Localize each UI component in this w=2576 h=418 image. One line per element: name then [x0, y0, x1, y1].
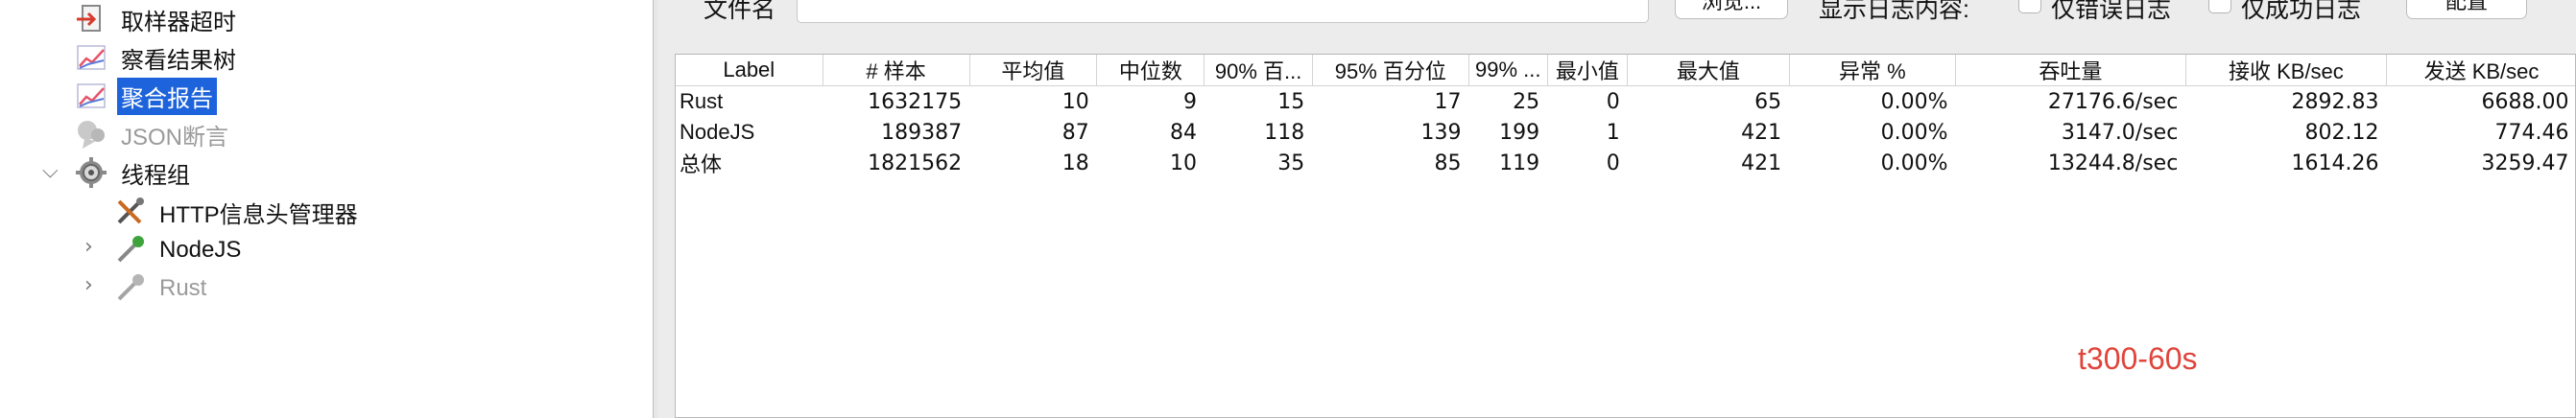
test-plan-tree: 取样器超时 察看结果树 聚合报告 JSON断言 ⌵ 线程组 HTTP信息头管理器… [0, 0, 653, 418]
table-cell: 774.46 [2494, 120, 2569, 145]
table-cell: 1614.26 [2291, 151, 2379, 175]
table-cell: 6688.00 [2481, 89, 2569, 114]
chevron-right-icon[interactable]: › [84, 235, 93, 259]
chart-listener-icon [75, 41, 107, 74]
configure-button[interactable]: 配置 [2406, 0, 2527, 19]
tree-item-label: HTTP信息头管理器 [159, 201, 358, 228]
column-header[interactable]: 发送 KB/sec [2386, 55, 2575, 86]
table-cell: 0.00% [1880, 151, 1948, 175]
column-header[interactable]: 最小值 [1547, 55, 1629, 86]
table-cell: 0.00% [1880, 120, 1948, 145]
pipette-icon [113, 234, 146, 267]
table-cell: 199 [1499, 120, 1540, 145]
pipette-icon [113, 272, 146, 305]
table-cell: 65 [1754, 89, 1782, 114]
column-header[interactable]: 异常 % [1789, 55, 1957, 86]
table-cell: 189387 [881, 120, 963, 145]
tree-item-label: 聚合报告 [117, 77, 217, 115]
browse-button[interactable]: 浏览... [1675, 0, 1788, 19]
column-header[interactable]: Label [676, 55, 823, 86]
tree-item-sampler-timeout[interactable]: 取样器超时 [75, 2, 240, 36]
table-cell: NodeJS [680, 120, 755, 144]
filename-input[interactable] [797, 0, 1649, 23]
table-header-row: Label # 样本 平均值 中位数 90% 百... 95% 百分位 99% … [676, 55, 2575, 86]
table-cell: 0 [1606, 151, 1620, 175]
assertion-icon [75, 118, 107, 151]
table-cell: 0 [1606, 89, 1620, 114]
table-cell: 2892.83 [2291, 89, 2379, 114]
table-cell: 15 [1277, 89, 1305, 114]
table-cell: 1 [1606, 120, 1620, 145]
table-cell: 1821562 [868, 151, 963, 175]
table-cell: 18 [1061, 151, 1089, 175]
table-cell: 85 [1434, 151, 1462, 175]
column-header[interactable]: 90% 百... [1204, 55, 1313, 86]
table-cell: 9 [1182, 89, 1197, 114]
column-header[interactable]: 吞吐量 [1955, 55, 2186, 86]
gear-icon [75, 156, 107, 189]
aggregate-report-panel: 文件名 浏览... 显示日志内容: 仅错误日志 仅成功日志 配置 Label #… [657, 0, 2576, 418]
table-cell: 139 [1420, 120, 1462, 145]
column-header[interactable]: 95% 百分位 [1312, 55, 1469, 86]
success-only-label: 仅成功日志 [2241, 0, 2362, 23]
column-header[interactable]: 最大值 [1627, 55, 1790, 86]
column-header[interactable]: 中位数 [1096, 55, 1205, 86]
table-cell: 421 [1741, 120, 1782, 145]
table-cell: 1632175 [868, 89, 963, 114]
table-cell: 87 [1061, 120, 1089, 145]
table-cell: 421 [1741, 151, 1782, 175]
column-header[interactable]: 99% ... [1468, 55, 1548, 86]
tree-item-view-results-tree[interactable]: 察看结果树 [75, 40, 240, 75]
table-cell: 119 [1499, 151, 1540, 175]
errors-only-checkbox[interactable] [2018, 0, 2041, 13]
tree-item-thread-group[interactable]: 线程组 [75, 155, 194, 190]
tree-item-rust[interactable]: Rust [113, 271, 210, 306]
tree-item-label: Rust [159, 275, 207, 301]
table-cell: 118 [1264, 120, 1305, 145]
success-only-checkbox[interactable] [2208, 0, 2231, 13]
tree-item-aggregate-report[interactable]: 聚合报告 [75, 77, 217, 115]
tools-icon [113, 196, 146, 228]
table-cell: 3259.47 [2481, 151, 2569, 175]
table-cell: 84 [1169, 120, 1197, 145]
table-cell: 总体 [680, 152, 723, 176]
annotation-text: t300-60s [2078, 341, 2198, 376]
tree-item-json-assertion[interactable]: JSON断言 [75, 117, 232, 151]
column-header[interactable]: 接收 KB/sec [2185, 55, 2387, 86]
errors-only-label: 仅错误日志 [2051, 0, 2172, 23]
table-cell: 35 [1277, 151, 1305, 175]
tree-item-label: 线程组 [121, 162, 190, 189]
table-cell: 13244.8/sec [2047, 151, 2179, 175]
table-cell: 17 [1434, 89, 1462, 114]
tree-item-nodejs[interactable]: NodeJS [113, 233, 245, 267]
tree-item-http-header-manager[interactable]: HTTP信息头管理器 [113, 195, 362, 229]
table-row[interactable]: Rust 1632175 10 9 15 17 25 0 65 0.00% 27… [676, 86, 2575, 118]
chevron-right-icon[interactable]: › [84, 273, 93, 297]
table-row[interactable]: NodeJS 189387 87 84 118 139 199 1 421 0.… [676, 117, 2575, 148]
tree-item-label: 取样器超时 [121, 9, 236, 35]
aggregate-table: Label # 样本 平均值 中位数 90% 百... 95% 百分位 99% … [675, 54, 2576, 418]
log-content-label: 显示日志内容: [1819, 0, 1969, 23]
timer-icon [75, 3, 107, 35]
column-header[interactable]: 平均值 [969, 55, 1098, 86]
chart-listener-icon [75, 80, 107, 112]
table-cell: 3147.0/sec [2061, 120, 2179, 145]
table-cell: 27176.6/sec [2047, 89, 2179, 114]
table-cell: 0.00% [1880, 89, 1948, 114]
table-row[interactable]: 总体 1821562 18 10 35 85 119 0 421 0.00% 1… [676, 148, 2575, 178]
column-header[interactable]: # 样本 [823, 55, 970, 86]
tree-item-label: JSON断言 [121, 124, 229, 151]
table-cell: 25 [1513, 89, 1540, 114]
tree-item-label: 察看结果树 [121, 47, 236, 74]
table-cell: 10 [1169, 151, 1197, 175]
chevron-down-icon[interactable]: ⌵ [42, 159, 59, 183]
filename-label: 文件名 [704, 0, 776, 23]
table-cell: 802.12 [2304, 120, 2379, 145]
table-cell: 10 [1061, 89, 1089, 114]
tree-item-label: NodeJS [159, 237, 242, 263]
table-cell: Rust [680, 89, 724, 113]
